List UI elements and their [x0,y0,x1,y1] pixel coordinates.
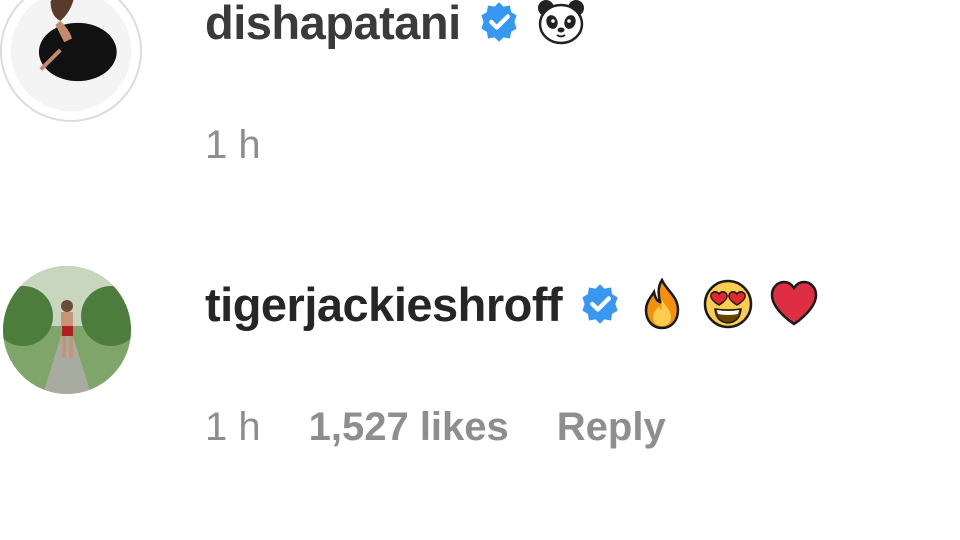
username-link[interactable]: dishapatani [205,0,461,50]
verified-badge-icon [578,282,622,326]
comment-item: dishapatani 1 h [0,0,960,200]
avatar[interactable] [0,0,142,122]
username-link[interactable]: tigerjackieshroff [205,277,563,332]
comment-timestamp[interactable]: 1 h [205,405,261,450]
comment-header: tigerjackieshroff [205,274,820,334]
comment-header: dishapatani [205,0,587,52]
red-heart-emoji [768,278,820,330]
reply-button[interactable]: Reply [557,405,666,450]
likes-count[interactable]: 1,527 likes [309,405,509,450]
comment-meta: 1 h 1,527 likes Reply [205,402,714,452]
comment-meta: 1 h [205,120,309,170]
verified-badge-icon [477,0,521,44]
comment-item: tigerjackieshroff 1 h 1,527 likes Reply [0,262,960,462]
avatar-photo [2,0,140,120]
avatar[interactable] [3,266,131,394]
avatar-photo [3,266,131,394]
heart-eyes-emoji [702,278,754,330]
fire-emoji [636,278,688,330]
comment-timestamp[interactable]: 1 h [205,123,261,168]
panda-face-emoji [535,0,587,48]
